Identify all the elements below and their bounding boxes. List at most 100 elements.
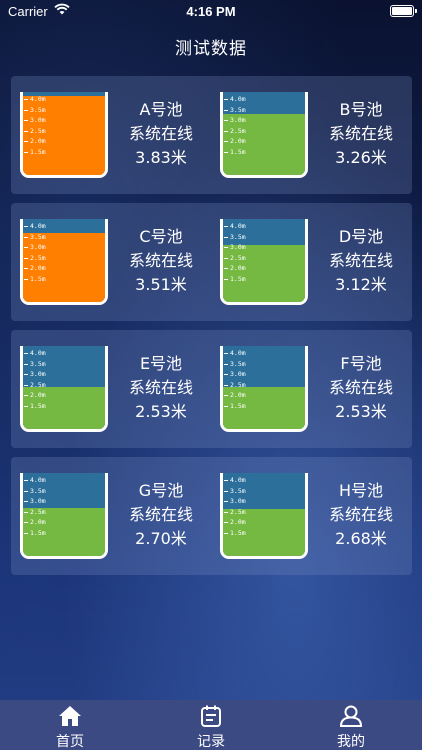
- scale-tick-label: 2.5m: [24, 126, 46, 135]
- scale-tick-label: 2.5m: [24, 380, 46, 389]
- pool-row: 4.0m 3.5m 3.0m 2.5m 2.0m 1.5m A号池 系统在线 3.83米 4.0m…: [11, 76, 412, 194]
- tank-scale: 4.0m 3.5m 3.0m 2.5m 2.0m 1.5m: [224, 475, 246, 538]
- pool-status: 系统在线: [328, 378, 393, 397]
- pool-level: 3.26米: [335, 148, 387, 167]
- scale-tick-label: 2.0m: [24, 391, 46, 399]
- battery-icon: [390, 5, 417, 17]
- scale-tick-label: 1.5m: [224, 147, 246, 156]
- scale-tick-label: 3.0m: [224, 116, 246, 124]
- scale-tick-label: 4.0m: [24, 95, 46, 103]
- pool-card[interactable]: 4.0m 3.5m 3.0m 2.5m 2.0m 1.5m A号池 系统在线 3.83米: [11, 76, 211, 194]
- scale-tick-label: 1.5m: [224, 274, 246, 283]
- scale-tick-label: 1.5m: [24, 274, 46, 283]
- tab-home[interactable]: 首页: [25, 700, 115, 750]
- tank-scale: 4.0m 3.5m 3.0m 2.5m 2.0m 1.5m: [24, 221, 46, 284]
- pool-name: D号池: [338, 227, 384, 246]
- tank-scale: 4.0m 3.5m 3.0m 2.5m 2.0m 1.5m: [224, 94, 246, 157]
- pool-status: 系统在线: [128, 505, 193, 524]
- scale-tick-label: 2.5m: [24, 507, 46, 516]
- scale-tick-label: 3.0m: [24, 497, 46, 505]
- tank-scale: 4.0m 3.5m 3.0m 2.5m 2.0m 1.5m: [24, 94, 46, 157]
- pool-row: 4.0m 3.5m 3.0m 2.5m 2.0m 1.5m C号池 系统在线 3.51米 4.0m…: [11, 203, 412, 321]
- pool-card[interactable]: 4.0m 3.5m 3.0m 2.5m 2.0m 1.5m G号池 系统在线 2.70米: [11, 457, 211, 575]
- pool-level: 2.53米: [335, 402, 387, 421]
- pool-info: B号池系统在线 3.26米: [311, 98, 411, 170]
- scale-tick-label: 3.0m: [224, 497, 246, 505]
- scale-tick-label: 2.0m: [224, 264, 246, 272]
- scale-tick-label: 3.0m: [224, 370, 246, 378]
- scale-tick-label: 4.0m: [24, 349, 46, 357]
- tank-gauge: 4.0m 3.5m 3.0m 2.5m 2.0m 1.5m: [20, 219, 108, 305]
- pool-name: E号池: [139, 354, 183, 373]
- scale-tick-label: 4.0m: [24, 476, 46, 484]
- scale-tick-label: 1.5m: [24, 147, 46, 156]
- scale-tick-label: 3.5m: [224, 105, 246, 114]
- clock: 4:16 PM: [186, 4, 236, 19]
- pool-info: C号池 系统在线 3.51米: [111, 225, 211, 297]
- pool-row: 4.0m 3.5m 3.0m 2.5m 2.0m 1.5m G号池 系统在线 2.70米 4.0m…: [11, 457, 412, 575]
- pool-card[interactable]: 4.0m 3.5m 3.0m 2.5m 2.0m 1.5m E号池 系统在线 2.53米: [11, 330, 211, 448]
- scale-tick-label: 3.0m: [24, 116, 46, 124]
- scale-tick-label: 1.5m: [24, 528, 46, 537]
- scale-tick-label: 3.5m: [24, 486, 46, 495]
- pool-card[interactable]: 4.0m 3.5m 3.0m 2.5m 2.0m 1.5m H号池 系统在线 2.68米: [211, 457, 411, 575]
- scale-tick-label: 3.5m: [224, 232, 246, 241]
- scale-tick-label: 2.0m: [24, 518, 46, 526]
- scale-tick-label: 2.5m: [224, 380, 246, 389]
- tank-gauge: 4.0m 3.5m 3.0m 2.5m 2.0m 1.5m: [220, 219, 308, 305]
- pool-info: A号池 系统在线 3.83米: [111, 98, 211, 170]
- tank-gauge: 4.0m 3.5m 3.0m 2.5m 2.0m 1.5m: [20, 346, 108, 432]
- tank-scale: 4.0m 3.5m 3.0m 2.5m 2.0m 1.5m: [224, 221, 246, 284]
- tank-gauge: 4.0m 3.5m 3.0m 2.5m 2.0m 1.5m: [220, 92, 308, 178]
- scale-tick-label: 1.5m: [24, 401, 46, 410]
- pool-status: 系统在线: [128, 378, 193, 397]
- pool-status: 系统在线: [128, 124, 193, 143]
- scale-tick-label: 2.0m: [224, 391, 246, 399]
- tab-bar: 首页 记录 我的: [0, 700, 422, 750]
- tank-gauge: 4.0m 3.5m 3.0m 2.5m 2.0m 1.5m: [220, 346, 308, 432]
- tab-profile[interactable]: 我的: [306, 700, 396, 750]
- pool-status: 系统在线: [328, 251, 393, 270]
- scale-tick-label: 4.0m: [24, 222, 46, 230]
- scale-tick-label: 3.0m: [24, 243, 46, 251]
- scale-tick-label: 2.5m: [224, 253, 246, 262]
- tab-records-label: 记录: [197, 734, 225, 750]
- scale-tick-label: 3.5m: [24, 105, 46, 114]
- pool-name: H号池: [338, 481, 384, 500]
- home-icon: [59, 706, 81, 726]
- pool-name: B号池: [339, 100, 383, 119]
- pool-name: G号池: [138, 481, 184, 500]
- tank-scale: 4.0m 3.5m 3.0m 2.5m 2.0m 1.5m: [24, 348, 46, 411]
- scale-tick-label: 4.0m: [224, 476, 246, 484]
- pool-name: F号池: [340, 354, 382, 373]
- scale-tick-label: 2.5m: [224, 126, 246, 135]
- tab-home-label: 首页: [56, 734, 84, 750]
- pool-info: F号池系统在线 2.53米: [311, 352, 411, 424]
- tank-gauge: 4.0m 3.5m 3.0m 2.5m 2.0m 1.5m: [220, 473, 308, 559]
- pool-info: E号池 系统在线 2.53米: [111, 352, 211, 424]
- pool-card[interactable]: 4.0m 3.5m 3.0m 2.5m 2.0m 1.5m F号池 系统在线 2.53米: [211, 330, 411, 448]
- tank-scale: 4.0m 3.5m 3.0m 2.5m 2.0m 1.5m: [224, 348, 246, 411]
- scale-tick-label: 3.5m: [24, 232, 46, 241]
- pool-status: 系统在线: [128, 251, 193, 270]
- pool-row: 4.0m 3.5m 3.0m 2.5m 2.0m 1.5m E号池系统在线 2.53米 4.0m…: [11, 330, 412, 448]
- scale-tick-label: 3.5m: [224, 359, 246, 368]
- pool-card[interactable]: 4.0m 3.5m 3.0m 2.5m 2.0m 1.5m C号池 系统在线 3.51米: [11, 203, 211, 321]
- scale-tick-label: 1.5m: [224, 528, 246, 537]
- pool-level: 3.83米: [135, 148, 187, 167]
- scale-tick-label: 2.0m: [24, 264, 46, 272]
- scale-tick-label: 3.5m: [224, 486, 246, 495]
- pool-card[interactable]: 4.0m 3.5m 3.0m 2.5m 2.0m 1.5m B号池 系统在线 3.26米: [211, 76, 411, 194]
- pool-status: 系统在线: [328, 124, 393, 143]
- pool-info: G号池 系统在线 2.70米: [111, 479, 211, 551]
- tab-records[interactable]: 记录: [166, 700, 256, 750]
- status-bar: Carrier 4:16 PM: [0, 0, 422, 24]
- pool-level: 3.12米: [335, 275, 387, 294]
- scale-tick-label: 4.0m: [224, 349, 246, 357]
- pool-info: D号池系统在线 3.12米: [311, 225, 411, 297]
- pool-status: 系统在线: [328, 505, 393, 524]
- calendar-icon: [201, 705, 221, 727]
- tank-gauge: 4.0m 3.5m 3.0m 2.5m 2.0m 1.5m: [20, 92, 108, 178]
- pool-card[interactable]: 4.0m 3.5m 3.0m 2.5m 2.0m 1.5m D号池 系统在线 3.12米: [211, 203, 411, 321]
- pool-level: 3.51米: [135, 275, 187, 294]
